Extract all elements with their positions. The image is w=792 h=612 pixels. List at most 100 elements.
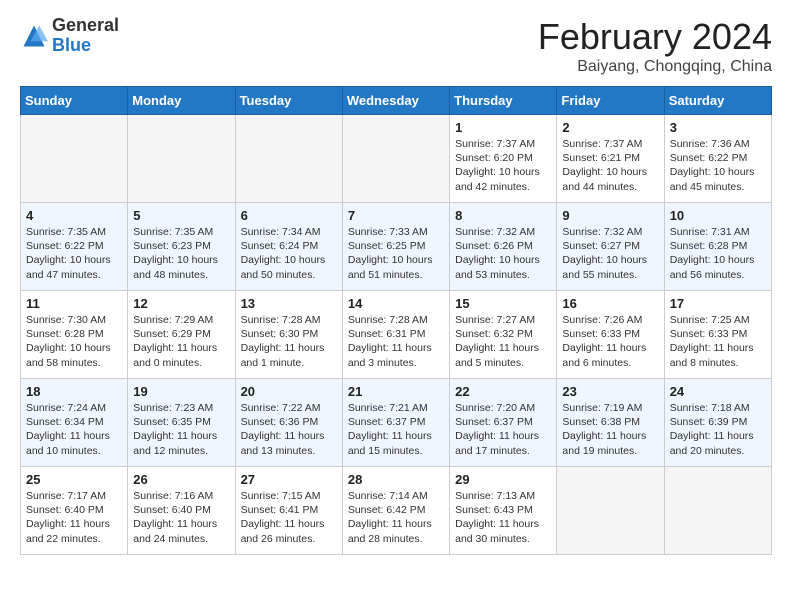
day-info: Sunrise: 7:28 AMSunset: 6:30 PMDaylight:…	[241, 313, 337, 370]
day-info: Sunrise: 7:16 AMSunset: 6:40 PMDaylight:…	[133, 489, 229, 546]
day-info: Sunrise: 7:22 AMSunset: 6:36 PMDaylight:…	[241, 401, 337, 458]
day-cell-14: 14Sunrise: 7:28 AMSunset: 6:31 PMDayligh…	[342, 291, 449, 379]
day-number: 7	[348, 208, 444, 223]
weekday-header-friday: Friday	[557, 87, 664, 115]
calendar-table: SundayMondayTuesdayWednesdayThursdayFrid…	[20, 86, 772, 555]
day-info: Sunrise: 7:33 AMSunset: 6:25 PMDaylight:…	[348, 225, 444, 282]
day-number: 27	[241, 472, 337, 487]
empty-cell	[557, 467, 664, 555]
day-cell-19: 19Sunrise: 7:23 AMSunset: 6:35 PMDayligh…	[128, 379, 235, 467]
empty-cell	[342, 115, 449, 203]
logo: General Blue	[20, 16, 119, 56]
day-cell-26: 26 Sunrise: 7:16 AMSunset: 6:40 PMDayligh…	[128, 467, 235, 555]
week-row-5: 25 Sunrise: 7:17 AMSunset: 6:40 PMDayligh…	[21, 467, 772, 555]
day-number: 18	[26, 384, 122, 399]
day-info: Sunrise: 7:35 AMSunset: 6:23 PMDaylight:…	[133, 225, 229, 282]
week-row-3: 11 Sunrise: 7:30 AMSunset: 6:28 PMDayligh…	[21, 291, 772, 379]
header: General Blue February 2024 Baiyang, Chon…	[20, 16, 772, 76]
empty-cell	[128, 115, 235, 203]
logo-general: General	[52, 16, 119, 36]
day-info: Sunrise: 7:27 AMSunset: 6:32 PMDaylight:…	[455, 313, 551, 370]
day-cell-17: 17Sunrise: 7:25 AMSunset: 6:33 PMDayligh…	[664, 291, 771, 379]
day-number: 22	[455, 384, 551, 399]
day-cell-22: 22 Sunrise: 7:20 AMSunset: 6:37 PMDayligh…	[450, 379, 557, 467]
day-number: 11	[26, 296, 122, 311]
day-info: Sunrise: 7:14 AMSunset: 6:42 PMDaylight:…	[348, 489, 444, 546]
day-number: 10	[670, 208, 766, 223]
empty-cell	[21, 115, 128, 203]
day-cell-29: 29 Sunrise: 7:13 AMSunset: 6:43 PMDayligh…	[450, 467, 557, 555]
day-info: Sunrise: 7:13 AMSunset: 6:43 PMDaylight:…	[455, 489, 551, 546]
week-row-4: 18 Sunrise: 7:24 AMSunset: 6:34 PMDayligh…	[21, 379, 772, 467]
day-info: Sunrise: 7:29 AMSunset: 6:29 PMDaylight:…	[133, 313, 229, 370]
main-title: February 2024	[538, 16, 772, 58]
day-cell-11: 11 Sunrise: 7:30 AMSunset: 6:28 PMDayligh…	[21, 291, 128, 379]
logo-icon	[20, 22, 48, 50]
day-info: Sunrise: 7:30 AMSunset: 6:28 PMDaylight:…	[26, 313, 122, 370]
day-number: 29	[455, 472, 551, 487]
day-cell-24: 24 Sunrise: 7:18 AMSunset: 6:39 PMDayligh…	[664, 379, 771, 467]
weekday-header-wednesday: Wednesday	[342, 87, 449, 115]
day-info: Sunrise: 7:37 AMSunset: 6:20 PMDaylight:…	[455, 137, 551, 194]
day-cell-27: 27 Sunrise: 7:15 AMSunset: 6:41 PMDayligh…	[235, 467, 342, 555]
day-cell-2: 2 Sunrise: 7:37 AMSunset: 6:21 PMDaylight…	[557, 115, 664, 203]
day-cell-5: 5 Sunrise: 7:35 AMSunset: 6:23 PMDaylight…	[128, 203, 235, 291]
day-cell-1: 1Sunrise: 7:37 AMSunset: 6:20 PMDaylight…	[450, 115, 557, 203]
day-cell-28: 28Sunrise: 7:14 AMSunset: 6:42 PMDayligh…	[342, 467, 449, 555]
day-number: 5	[133, 208, 229, 223]
title-block: February 2024 Baiyang, Chongqing, China	[538, 16, 772, 76]
day-cell-12: 12 Sunrise: 7:29 AMSunset: 6:29 PMDayligh…	[128, 291, 235, 379]
day-cell-25: 25 Sunrise: 7:17 AMSunset: 6:40 PMDayligh…	[21, 467, 128, 555]
day-cell-18: 18 Sunrise: 7:24 AMSunset: 6:34 PMDayligh…	[21, 379, 128, 467]
day-number: 13	[241, 296, 337, 311]
day-cell-16: 16Sunrise: 7:26 AMSunset: 6:33 PMDayligh…	[557, 291, 664, 379]
week-row-1: 1Sunrise: 7:37 AMSunset: 6:20 PMDaylight…	[21, 115, 772, 203]
day-cell-6: 6 Sunrise: 7:34 AMSunset: 6:24 PMDaylight…	[235, 203, 342, 291]
day-number: 25	[26, 472, 122, 487]
day-number: 2	[562, 120, 658, 135]
day-number: 17	[670, 296, 766, 311]
weekday-header-thursday: Thursday	[450, 87, 557, 115]
day-info: Sunrise: 7:15 AMSunset: 6:41 PMDaylight:…	[241, 489, 337, 546]
empty-cell	[664, 467, 771, 555]
logo-blue: Blue	[52, 36, 119, 56]
day-info: Sunrise: 7:24 AMSunset: 6:34 PMDaylight:…	[26, 401, 122, 458]
day-number: 23	[562, 384, 658, 399]
day-info: Sunrise: 7:28 AMSunset: 6:31 PMDaylight:…	[348, 313, 444, 370]
week-row-2: 4Sunrise: 7:35 AMSunset: 6:22 PMDaylight…	[21, 203, 772, 291]
day-number: 4	[26, 208, 122, 223]
day-info: Sunrise: 7:26 AMSunset: 6:33 PMDaylight:…	[562, 313, 658, 370]
day-cell-20: 20Sunrise: 7:22 AMSunset: 6:36 PMDayligh…	[235, 379, 342, 467]
day-info: Sunrise: 7:32 AMSunset: 6:26 PMDaylight:…	[455, 225, 551, 282]
day-info: Sunrise: 7:17 AMSunset: 6:40 PMDaylight:…	[26, 489, 122, 546]
weekday-header-row: SundayMondayTuesdayWednesdayThursdayFrid…	[21, 87, 772, 115]
day-info: Sunrise: 7:20 AMSunset: 6:37 PMDaylight:…	[455, 401, 551, 458]
weekday-header-tuesday: Tuesday	[235, 87, 342, 115]
day-number: 12	[133, 296, 229, 311]
day-cell-23: 23Sunrise: 7:19 AMSunset: 6:38 PMDayligh…	[557, 379, 664, 467]
day-cell-21: 21Sunrise: 7:21 AMSunset: 6:37 PMDayligh…	[342, 379, 449, 467]
day-info: Sunrise: 7:31 AMSunset: 6:28 PMDaylight:…	[670, 225, 766, 282]
day-cell-4: 4Sunrise: 7:35 AMSunset: 6:22 PMDaylight…	[21, 203, 128, 291]
empty-cell	[235, 115, 342, 203]
day-cell-9: 9Sunrise: 7:32 AMSunset: 6:27 PMDaylight…	[557, 203, 664, 291]
day-cell-13: 13 Sunrise: 7:28 AMSunset: 6:30 PMDayligh…	[235, 291, 342, 379]
day-number: 19	[133, 384, 229, 399]
day-number: 6	[241, 208, 337, 223]
day-cell-15: 15 Sunrise: 7:27 AMSunset: 6:32 PMDayligh…	[450, 291, 557, 379]
day-info: Sunrise: 7:36 AMSunset: 6:22 PMDaylight:…	[670, 137, 766, 194]
day-info: Sunrise: 7:37 AMSunset: 6:21 PMDaylight:…	[562, 137, 658, 194]
day-info: Sunrise: 7:21 AMSunset: 6:37 PMDaylight:…	[348, 401, 444, 458]
day-number: 26	[133, 472, 229, 487]
day-number: 15	[455, 296, 551, 311]
day-cell-7: 7 Sunrise: 7:33 AMSunset: 6:25 PMDaylight…	[342, 203, 449, 291]
weekday-header-monday: Monday	[128, 87, 235, 115]
day-cell-3: 3 Sunrise: 7:36 AMSunset: 6:22 PMDaylight…	[664, 115, 771, 203]
page: General Blue February 2024 Baiyang, Chon…	[0, 0, 792, 571]
weekday-header-saturday: Saturday	[664, 87, 771, 115]
day-info: Sunrise: 7:18 AMSunset: 6:39 PMDaylight:…	[670, 401, 766, 458]
day-number: 24	[670, 384, 766, 399]
day-info: Sunrise: 7:32 AMSunset: 6:27 PMDaylight:…	[562, 225, 658, 282]
day-number: 3	[670, 120, 766, 135]
day-info: Sunrise: 7:34 AMSunset: 6:24 PMDaylight:…	[241, 225, 337, 282]
